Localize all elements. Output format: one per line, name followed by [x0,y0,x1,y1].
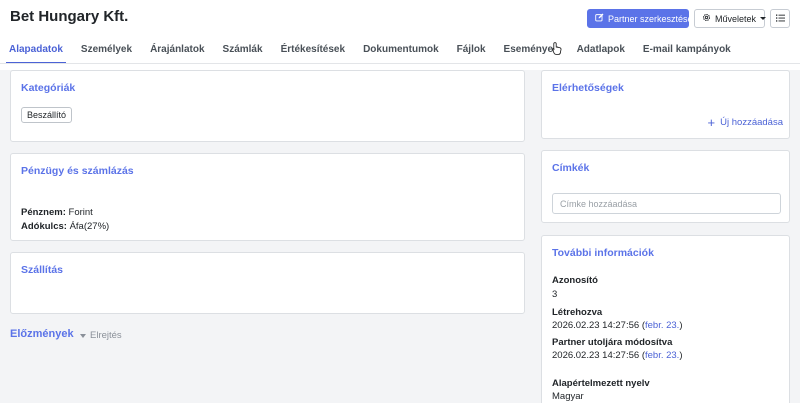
id-label: Azonosító [552,275,598,286]
tax-label: Adókulcs: [21,221,67,232]
chevron-down-icon [760,17,767,20]
shipping-card: Szállítás [10,252,525,314]
modified-value: 2026.02.23 14:27:56 (febr. 23.) [552,350,683,361]
tab-adatlapok[interactable]: Adatlapok [568,38,634,63]
tab-fajlok[interactable]: Fájlok [448,38,495,63]
categories-card: Kategóriák Beszállító [10,70,525,142]
actions-dropdown-button[interactable]: Műveletek [694,9,767,28]
modified-paren-close: ) [679,350,683,361]
add-contact-label: Új hozzáadása [720,117,783,128]
modified-datetime: 2026.02.23 14:27:56 [552,350,640,361]
tab-email-kampanyok[interactable]: E-mail kampányok [634,38,740,63]
add-contact-button[interactable]: + Új hozzáadása [707,114,783,130]
created-value: 2026.02.23 14:27:56 (febr. 23.) [552,320,683,331]
mouse-pointer-icon [552,42,562,58]
currency-row: Pénznem: Forint [21,207,93,218]
list-icon [775,14,785,24]
tab-alapadatok[interactable]: Alapadatok [0,38,72,64]
language-label: Alapértelmezett nyelv [552,378,650,389]
plus-icon: + [707,114,716,130]
tab-ertekesitesek[interactable]: Értékesítések [272,38,355,63]
tab-arajanlatok[interactable]: Árajánlatok [141,38,213,63]
gear-icon [702,13,711,24]
list-view-button[interactable] [770,9,790,28]
tab-bar: Alapadatok Személyek Árajánlatok Számlák… [0,38,800,64]
contacts-title: Elérhetőségek [552,82,624,94]
edit-partner-button[interactable]: Partner szerkesztése [587,9,693,28]
created-datetime: 2026.02.23 14:27:56 [552,320,640,331]
created-label: Létrehozva [552,307,603,318]
language-value: Magyar [552,391,584,402]
tab-divider [0,63,800,64]
tag-input[interactable] [552,193,781,214]
finance-title: Pénzügy és számlázás [21,165,134,177]
categories-title: Kategóriák [21,82,76,94]
more-info-card: További információk Azonosító 3 Létrehoz… [541,235,790,403]
edit-partner-label: Partner szerkesztése [608,13,693,24]
modified-label: Partner utoljára módosítva [552,337,673,348]
tab-dokumentumok[interactable]: Dokumentumok [354,38,448,63]
tax-value: Áfa(27%) [69,221,110,232]
created-paren-close: ) [679,320,683,331]
contacts-card: Elérhetőségek + Új hozzáadása [541,70,790,139]
modified-relative-link[interactable]: febr. 23. [645,350,679,361]
tags-card: Címkék [541,150,790,223]
top-bar: Bet Hungary Kft. Partner szerkesztése Mű… [0,0,800,70]
id-value: 3 [552,289,558,300]
shipping-title: Szállítás [21,264,64,276]
tab-szamlak[interactable]: Számlák [214,38,272,63]
currency-value: Forint [68,207,93,218]
currency-label: Pénznem: [21,207,66,218]
tax-row: Adókulcs: Áfa(27%) [21,221,109,232]
actions-label: Műveletek [715,13,757,24]
category-badge: Beszállító [21,107,73,123]
created-relative-link[interactable]: febr. 23. [645,320,679,331]
page-title: Bet Hungary Kft. [10,8,129,25]
history-title: Előzmények [10,328,74,340]
history-hide-toggle[interactable]: Elrejtés [80,330,122,341]
pencil-square-icon [595,13,604,24]
more-info-title: További információk [552,247,654,259]
caret-down-icon [80,333,86,338]
tab-szemelyek[interactable]: Személyek [72,38,141,63]
finance-card: Pénzügy és számlázás Pénznem: Forint Adó… [10,153,525,241]
history-hide-label: Elrejtés [90,330,122,341]
tags-title: Címkék [552,162,590,174]
